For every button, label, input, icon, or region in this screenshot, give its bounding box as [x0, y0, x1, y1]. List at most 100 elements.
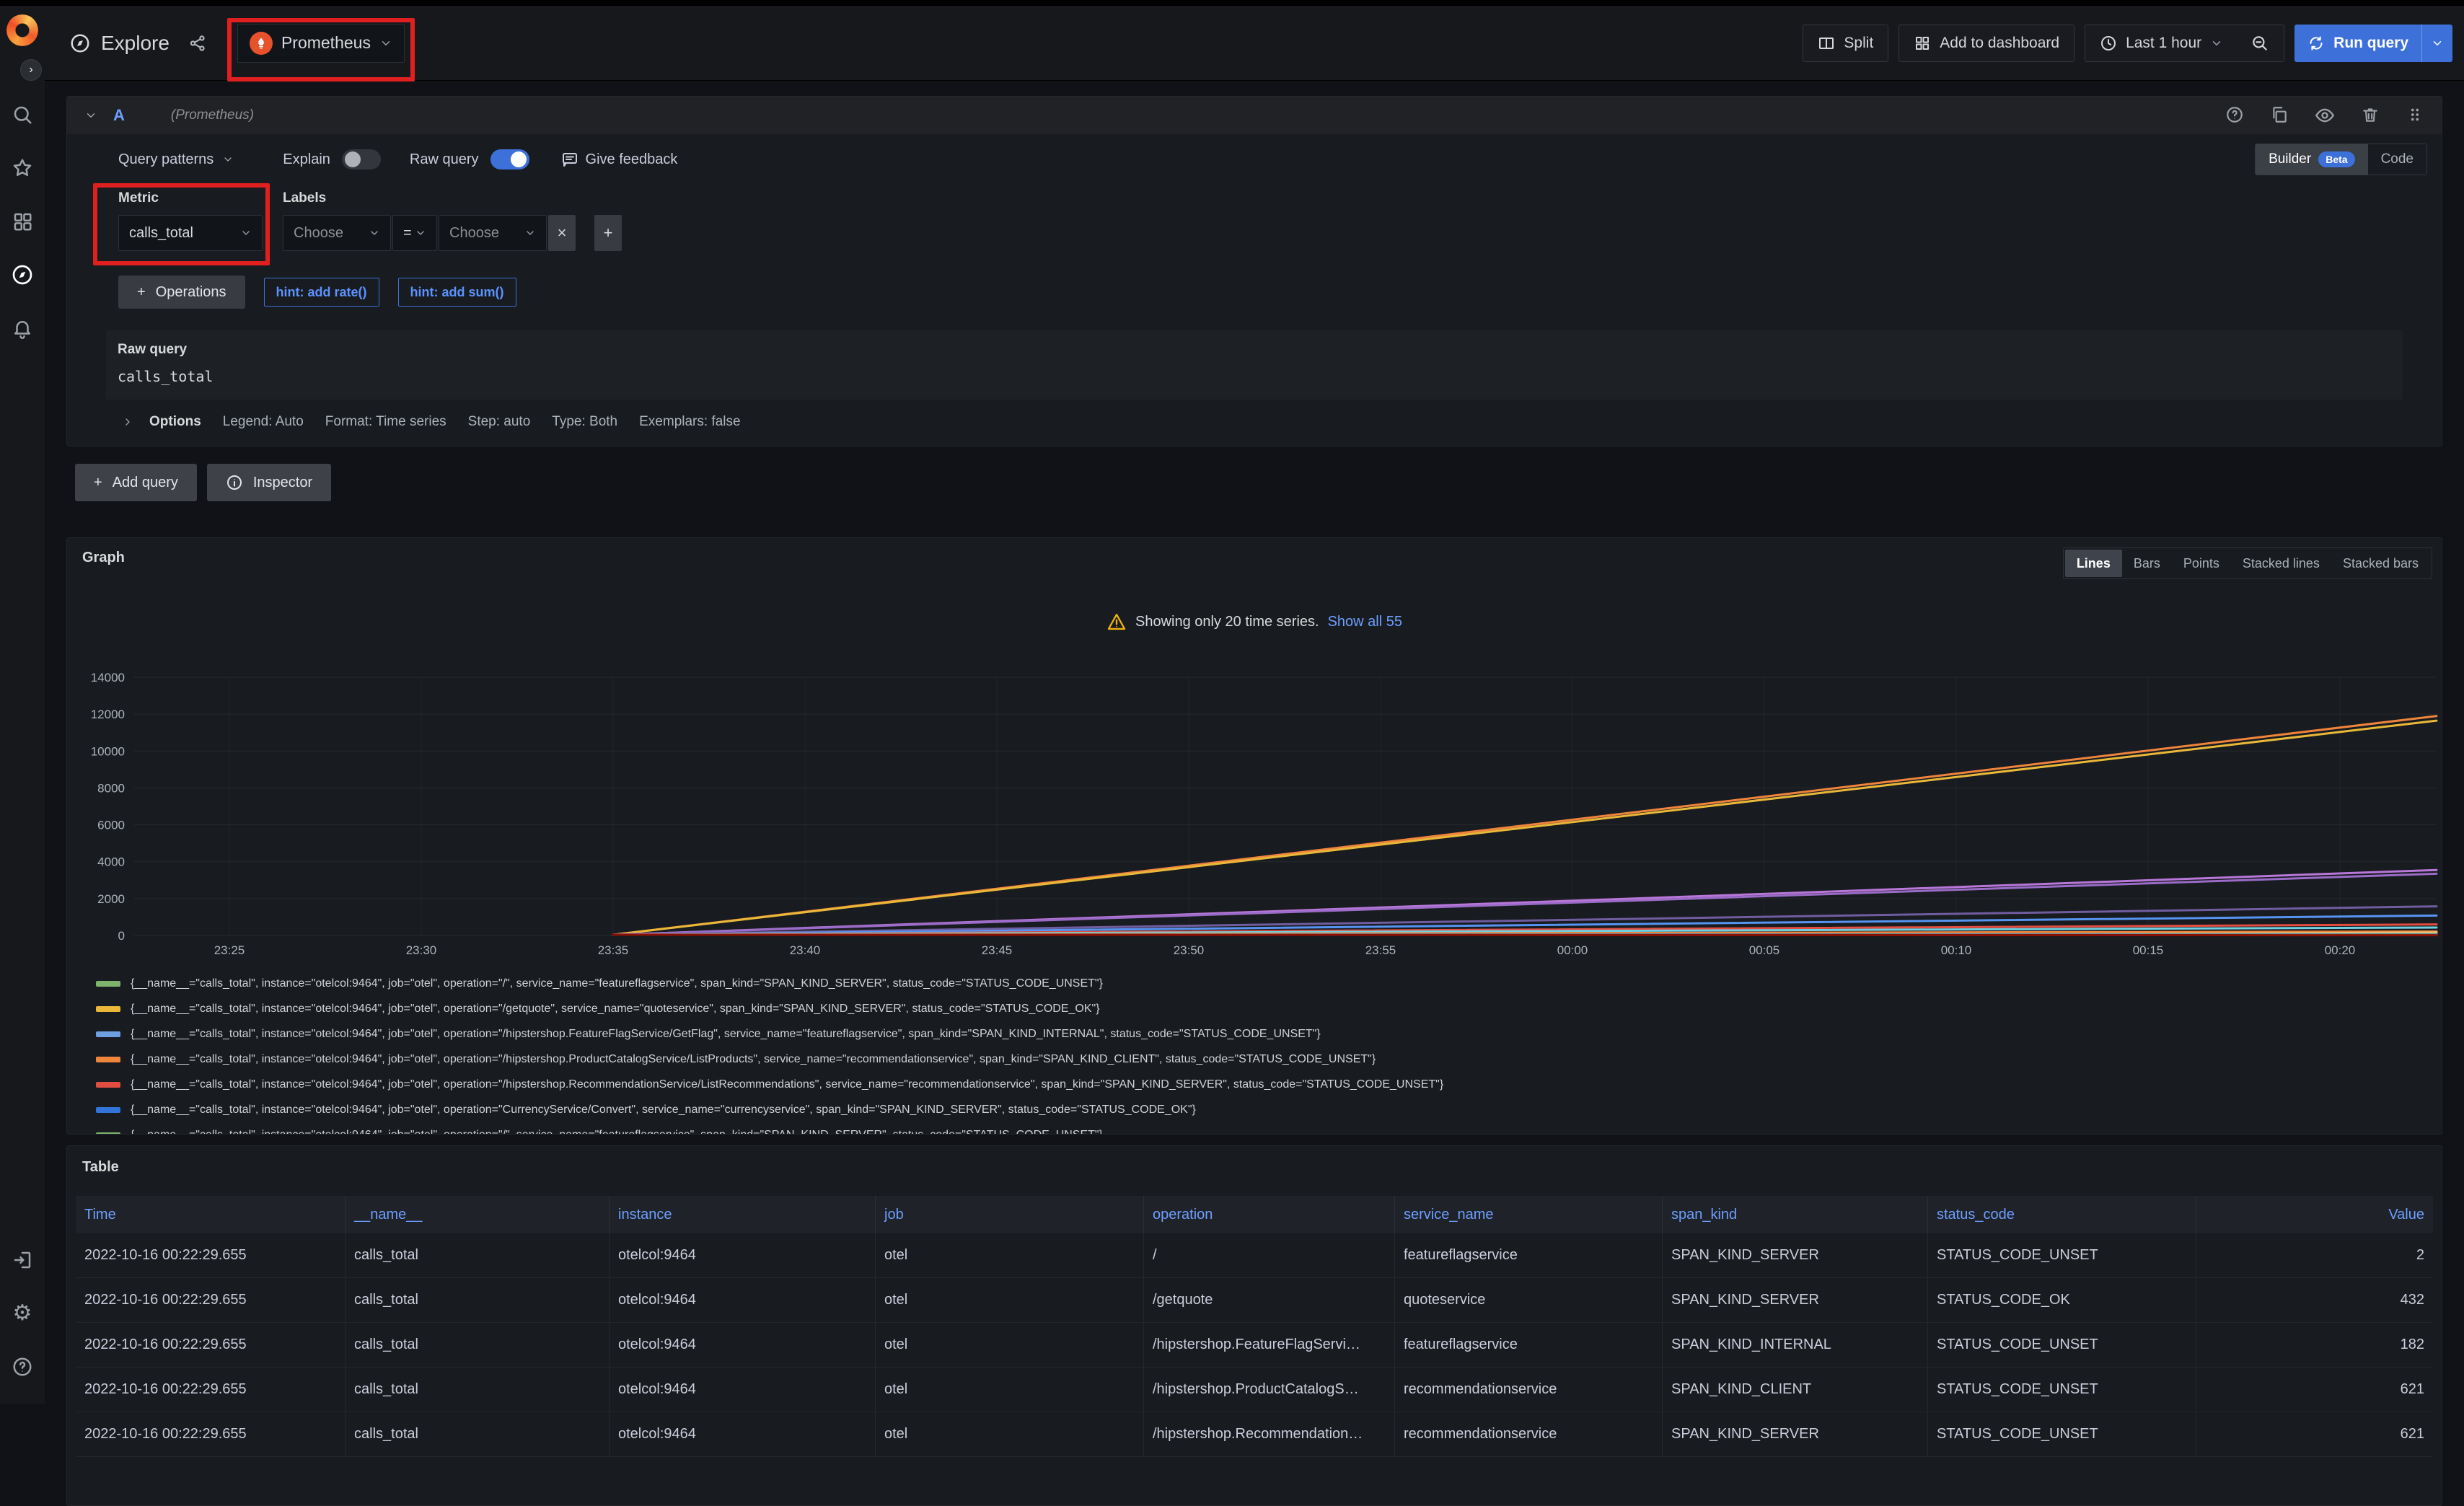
- graph-mode-bars[interactable]: Bars: [2122, 550, 2172, 577]
- table-column-header-servicename[interactable]: service_name: [1395, 1196, 1663, 1233]
- table-row[interactable]: 2022-10-16 00:22:29.655calls_totalotelco…: [76, 1368, 2433, 1412]
- table-column-header-instance[interactable]: instance: [610, 1196, 876, 1233]
- drag-handle-icon[interactable]: [2406, 105, 2424, 126]
- show-all-series-link[interactable]: Show all 55: [1328, 614, 1402, 630]
- label-key-select[interactable]: Choose: [283, 215, 391, 251]
- add-query-button[interactable]: + Add query: [75, 464, 197, 501]
- datasource-picker[interactable]: Prometheus: [237, 24, 405, 63]
- table-row[interactable]: 2022-10-16 00:22:29.655calls_totalotelco…: [76, 1412, 2433, 1457]
- table-column-header-operation[interactable]: operation: [1144, 1196, 1395, 1233]
- table-cell: featureflagservice: [1395, 1233, 1663, 1277]
- graph-mode-points[interactable]: Points: [2172, 550, 2231, 577]
- prometheus-icon: [250, 32, 273, 55]
- table-cell: /getquote: [1144, 1278, 1395, 1322]
- raw-query-toggle[interactable]: [490, 149, 529, 169]
- option-summary-item: Exemplars: false: [639, 414, 740, 430]
- labels-field: Labels Choose = Choose × +: [283, 190, 622, 251]
- table-cell: 2022-10-16 00:22:29.655: [76, 1412, 346, 1456]
- add-to-dashboard-button[interactable]: Add to dashboard: [1898, 25, 2074, 62]
- duplicate-query-icon[interactable]: [2270, 105, 2289, 126]
- grafana-logo[interactable]: [6, 14, 38, 46]
- explain-label: Explain: [283, 151, 330, 168]
- table-body: 2022-10-16 00:22:29.655calls_totalotelco…: [76, 1233, 2433, 1457]
- collapse-chevron-icon[interactable]: [84, 109, 97, 122]
- svg-text:00:00: 00:00: [1557, 943, 1588, 957]
- sidebar-item-help[interactable]: [0, 1340, 45, 1393]
- tab-code[interactable]: Code: [2368, 144, 2426, 175]
- give-feedback-link[interactable]: Give feedback: [561, 151, 678, 168]
- table-cell: STATUS_CODE_UNSET: [1928, 1233, 2196, 1277]
- sidebar-item-settings[interactable]: ⚙: [0, 1287, 45, 1340]
- legend-color-dash: [96, 1082, 120, 1088]
- legend-label: {__name__="calls_total", instance="otelc…: [131, 977, 1103, 990]
- hint-add-sum-button[interactable]: hint: add sum(): [398, 278, 516, 307]
- sidebar-item-explore[interactable]: [0, 248, 45, 301]
- operations-button[interactable]: + Operations: [118, 276, 245, 309]
- legend-item[interactable]: {__name__="calls_total", instance="otelc…: [96, 1047, 2427, 1072]
- legend-item[interactable]: {__name__="calls_total", instance="otelc…: [96, 1021, 2427, 1047]
- table-column-header-statuscode[interactable]: status_code: [1928, 1196, 2196, 1233]
- table-column-header-job[interactable]: job: [876, 1196, 1144, 1233]
- graph-mode-stacked-lines[interactable]: Stacked lines: [2231, 550, 2331, 577]
- table-column-header-spankind[interactable]: span_kind: [1663, 1196, 1928, 1233]
- compass-icon: [11, 263, 34, 286]
- explain-toggle[interactable]: [342, 149, 381, 169]
- hint-add-rate-button[interactable]: hint: add rate(): [264, 278, 379, 307]
- table-column-header-time[interactable]: Time: [76, 1196, 346, 1233]
- table-row[interactable]: 2022-10-16 00:22:29.655calls_totalotelco…: [76, 1233, 2433, 1278]
- table-row[interactable]: 2022-10-16 00:22:29.655calls_totalotelco…: [76, 1323, 2433, 1368]
- sidebar-item-search[interactable]: [0, 88, 45, 141]
- table-column-header-value[interactable]: Value: [2196, 1196, 2433, 1233]
- sidebar-item-alerting[interactable]: [0, 301, 45, 355]
- label-value-select[interactable]: Choose: [439, 215, 547, 251]
- expand-menu-button[interactable]: ›: [20, 59, 42, 81]
- help-icon: [12, 1356, 33, 1378]
- chevron-down-icon: [379, 37, 392, 50]
- legend-item[interactable]: {__name__="calls_total", instance="otelc…: [96, 1072, 2427, 1097]
- table-cell: featureflagservice: [1395, 1323, 1663, 1367]
- clock-icon: [2100, 35, 2117, 52]
- inspector-button[interactable]: Inspector: [207, 464, 331, 501]
- legend-item[interactable]: {__name__="calls_total", instance="otelc…: [96, 996, 2427, 1021]
- table-column-header-name[interactable]: __name__: [346, 1196, 610, 1233]
- run-query-dropdown[interactable]: [2421, 25, 2452, 62]
- refresh-icon: [2307, 35, 2325, 52]
- svg-text:23:25: 23:25: [214, 943, 245, 957]
- sidebar-item-starred[interactable]: [0, 141, 45, 195]
- option-summary-item: Legend: Auto: [223, 414, 304, 430]
- options-row[interactable]: Options Legend: AutoFormat: Time seriesS…: [67, 400, 2442, 446]
- query-patterns-dropdown[interactable]: Query patterns: [118, 151, 234, 168]
- chevron-down-icon[interactable]: [2210, 37, 2223, 50]
- legend-label: {__name__="calls_total", instance="otelc…: [131, 1078, 1443, 1091]
- add-label-button[interactable]: +: [594, 215, 622, 251]
- tab-builder[interactable]: Builder Beta: [2256, 144, 2368, 175]
- table-cell: 621: [2196, 1412, 2433, 1456]
- add-to-dashboard-label: Add to dashboard: [1940, 35, 2059, 52]
- zoom-out-icon[interactable]: [2250, 34, 2269, 53]
- remove-query-trash-icon[interactable]: [2361, 105, 2380, 126]
- search-icon: [12, 104, 33, 126]
- legend-item[interactable]: {__name__="calls_total", instance="otelc…: [96, 1122, 2427, 1135]
- operations-label: Operations: [156, 284, 226, 301]
- legend-label: {__name__="calls_total", instance="otelc…: [131, 1028, 1321, 1041]
- query-row-header[interactable]: A (Prometheus): [67, 97, 2442, 134]
- query-help-icon[interactable]: [2225, 105, 2244, 126]
- graph-mode-stacked-bars[interactable]: Stacked bars: [2331, 550, 2430, 577]
- warning-triangle-icon: [1106, 612, 1127, 632]
- time-series-chart[interactable]: 0200040006000800010000120001400023:2523:…: [67, 663, 2442, 973]
- graph-mode-lines[interactable]: Lines: [2065, 550, 2122, 577]
- remove-label-button[interactable]: ×: [548, 215, 576, 251]
- metric-select[interactable]: calls_total: [118, 215, 263, 251]
- sidebar-item-sign-in[interactable]: [0, 1233, 45, 1287]
- table-row[interactable]: 2022-10-16 00:22:29.655calls_totalotelco…: [76, 1278, 2433, 1323]
- legend-item[interactable]: {__name__="calls_total", instance="otelc…: [96, 1097, 2427, 1122]
- share-icon[interactable]: [188, 34, 207, 53]
- time-range-button[interactable]: Last 1 hour: [2126, 35, 2201, 52]
- table-cell: STATUS_CODE_OK: [1928, 1278, 2196, 1322]
- hide-response-eye-icon[interactable]: [2315, 105, 2335, 126]
- label-operator-select[interactable]: =: [392, 215, 437, 251]
- legend-item[interactable]: {__name__="calls_total", instance="otelc…: [96, 971, 2427, 996]
- run-query-button[interactable]: Run query: [2294, 25, 2452, 62]
- split-button[interactable]: Split: [1803, 25, 1888, 62]
- sidebar-item-dashboards[interactable]: [0, 195, 45, 248]
